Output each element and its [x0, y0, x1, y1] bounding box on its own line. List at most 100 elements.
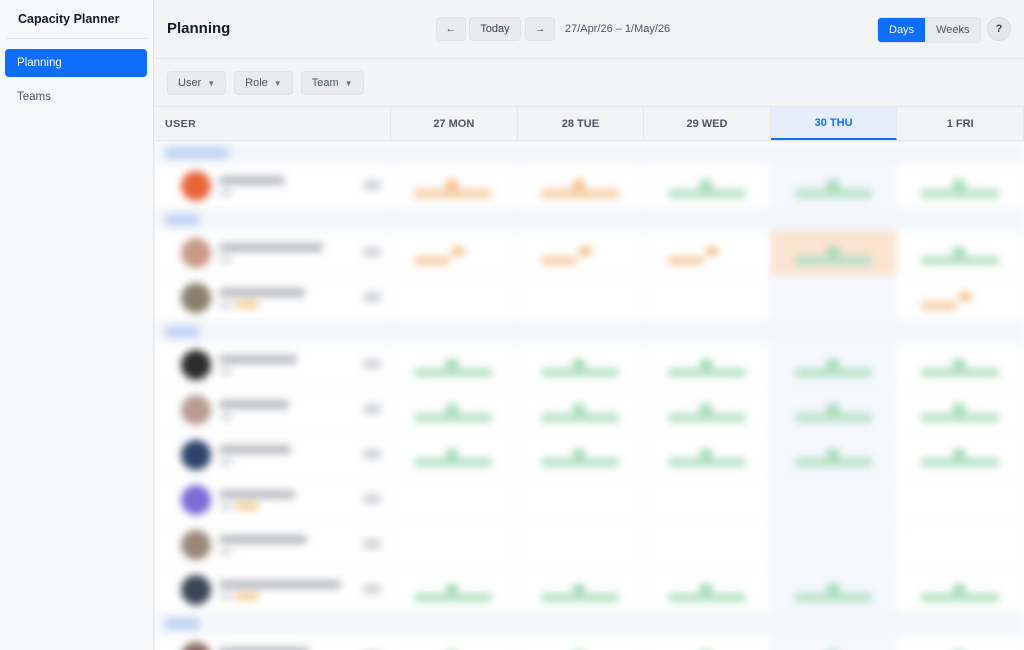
day-cell[interactable]	[770, 164, 898, 208]
day-cell[interactable]	[770, 433, 898, 477]
day-cell[interactable]	[390, 478, 518, 522]
day-cell[interactable]	[517, 388, 644, 432]
capacity-bar	[414, 458, 493, 467]
user-cell[interactable]	[155, 164, 391, 208]
user-cell[interactable]	[155, 433, 391, 477]
day-cell[interactable]	[517, 276, 644, 320]
column-header-day-today[interactable]: 30 THU	[770, 107, 898, 140]
view-days-button[interactable]: Days	[878, 18, 926, 42]
day-cell[interactable]	[390, 343, 518, 387]
table-row[interactable]	[155, 433, 1024, 478]
column-header-day[interactable]: 29 WED	[644, 107, 771, 140]
day-cell[interactable]	[644, 523, 771, 567]
day-cell[interactable]	[770, 276, 898, 320]
user-cell[interactable]	[155, 635, 391, 650]
user-role-redacted	[219, 459, 233, 465]
day-cell[interactable]	[897, 433, 1024, 477]
capacity-bar	[667, 413, 746, 422]
capacity-bar	[667, 458, 746, 467]
column-header-user[interactable]: USER	[155, 107, 391, 140]
today-button[interactable]: Today	[469, 17, 521, 41]
capacity-marker	[573, 449, 586, 458]
table-row[interactable]	[155, 388, 1024, 433]
day-cell[interactable]	[770, 478, 898, 522]
day-cell[interactable]	[897, 523, 1024, 567]
sidebar-item-teams[interactable]: Teams	[5, 83, 147, 111]
day-cell[interactable]	[644, 231, 771, 275]
day-cell[interactable]	[897, 568, 1024, 612]
day-cell[interactable]	[897, 276, 1024, 320]
capacity-marker	[699, 180, 712, 189]
user-cell[interactable]	[155, 523, 391, 567]
filter-bar: User ▼ Role ▼ Team ▼	[167, 71, 364, 95]
capacity-marker	[446, 404, 459, 413]
day-cell[interactable]	[644, 568, 771, 612]
user-cell[interactable]	[155, 343, 391, 387]
filter-user-dropdown[interactable]: User ▼	[167, 71, 227, 95]
day-cell[interactable]	[390, 276, 518, 320]
count-badge-redacted	[363, 584, 382, 594]
sidebar-item-planning[interactable]: Planning	[5, 49, 147, 77]
day-cell[interactable]	[517, 568, 644, 612]
day-cell[interactable]	[390, 164, 518, 208]
day-cell[interactable]	[517, 433, 644, 477]
day-cell[interactable]	[517, 164, 644, 208]
filter-team-label: Team	[311, 77, 339, 89]
day-cell[interactable]	[897, 388, 1024, 432]
day-cell[interactable]	[644, 164, 771, 208]
day-cell[interactable]	[517, 523, 644, 567]
day-cell[interactable]	[770, 231, 898, 275]
table-row[interactable]	[155, 635, 1024, 650]
table-row[interactable]	[155, 164, 1024, 209]
day-cell[interactable]	[770, 343, 898, 387]
count-badge-redacted	[363, 180, 382, 190]
table-row[interactable]	[155, 523, 1024, 568]
filter-role-dropdown[interactable]: Role ▼	[234, 71, 293, 95]
user-cell[interactable]	[155, 276, 391, 320]
column-header-day[interactable]: 1 FRI	[897, 107, 1024, 140]
day-cell[interactable]	[897, 635, 1024, 650]
day-cell[interactable]	[390, 568, 518, 612]
next-week-button[interactable]: →	[525, 17, 555, 41]
day-cell[interactable]	[517, 478, 644, 522]
day-cell[interactable]	[390, 433, 518, 477]
column-header-day[interactable]: 28 TUE	[518, 107, 645, 140]
day-cell[interactable]	[644, 388, 771, 432]
day-cell[interactable]	[517, 635, 644, 650]
table-row[interactable]	[155, 343, 1024, 388]
day-cell[interactable]	[770, 568, 898, 612]
day-cell[interactable]	[897, 231, 1024, 275]
user-cell[interactable]	[155, 388, 391, 432]
day-cell[interactable]	[644, 343, 771, 387]
help-button[interactable]: ?	[987, 17, 1011, 41]
day-cell[interactable]	[644, 635, 771, 650]
table-row[interactable]	[155, 276, 1024, 321]
user-cell[interactable]	[155, 231, 391, 275]
day-cell[interactable]	[390, 523, 518, 567]
user-cell[interactable]	[155, 478, 391, 522]
day-cell[interactable]	[390, 388, 518, 432]
day-cell[interactable]	[517, 231, 644, 275]
capacity-bar	[667, 189, 746, 198]
day-cell[interactable]	[897, 478, 1024, 522]
user-cell[interactable]	[155, 568, 391, 612]
table-row[interactable]	[155, 568, 1024, 613]
day-cell[interactable]	[897, 343, 1024, 387]
day-cell[interactable]	[644, 276, 771, 320]
day-cell[interactable]	[770, 635, 898, 650]
view-weeks-button[interactable]: Weeks	[925, 18, 981, 42]
day-cell[interactable]	[390, 231, 518, 275]
filter-team-dropdown[interactable]: Team ▼	[300, 71, 364, 95]
day-cell[interactable]	[390, 635, 518, 650]
day-cell[interactable]	[770, 388, 898, 432]
day-cell[interactable]	[517, 343, 644, 387]
capacity-marker	[573, 180, 586, 189]
day-cell[interactable]	[897, 164, 1024, 208]
day-cell[interactable]	[644, 433, 771, 477]
table-row[interactable]	[155, 478, 1024, 523]
day-cell[interactable]	[644, 478, 771, 522]
table-row[interactable]	[155, 231, 1024, 276]
day-cell[interactable]	[770, 523, 898, 567]
prev-week-button[interactable]: ←	[436, 17, 466, 41]
column-header-day[interactable]: 27 MON	[391, 107, 518, 140]
